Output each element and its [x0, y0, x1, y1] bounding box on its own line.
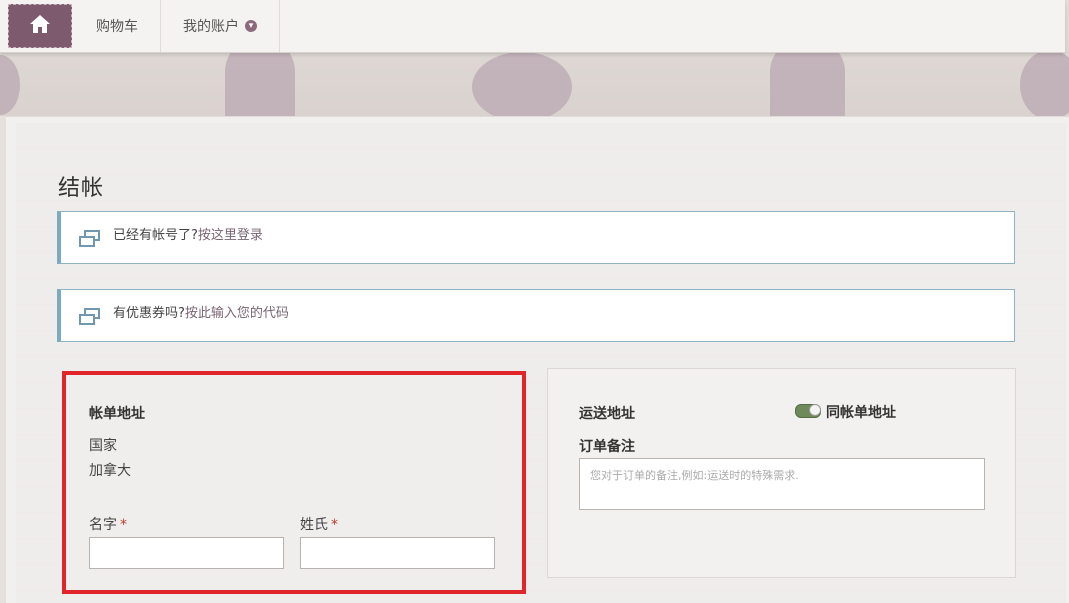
required-mark: * — [331, 517, 338, 533]
first-name-label-text: 名字 — [89, 517, 117, 533]
coupon-link[interactable]: 按此输入您的代码 — [185, 306, 289, 321]
same-as-billing-toggle[interactable] — [795, 404, 821, 418]
last-name-label: 姓氏 * — [300, 514, 338, 534]
window-icon — [79, 230, 101, 252]
window-icon — [79, 308, 101, 330]
notice-question: 已经有帐号了? — [113, 228, 198, 243]
page-title: 结帐 — [58, 176, 105, 201]
home-button[interactable] — [8, 4, 72, 48]
country-label: 国家 — [89, 438, 117, 454]
last-name-label-text: 姓氏 — [300, 517, 328, 533]
nav-item-cart[interactable]: 购物车 — [72, 0, 161, 52]
background-decoration — [1020, 50, 1069, 116]
login-link[interactable]: 按这里登录 — [198, 228, 263, 243]
shipping-title: 运送地址 — [579, 406, 635, 422]
first-name-label: 名字 * — [89, 514, 127, 534]
notice-text: 有优惠券吗?按此输入您的代码 — [113, 302, 289, 321]
nav-item-my-account[interactable]: 我的账户 ▾ — [161, 0, 280, 52]
nav-item-label: 我的账户 — [183, 19, 239, 35]
same-as-billing-label: 同帐单地址 — [826, 405, 896, 421]
last-name-input[interactable] — [300, 537, 495, 569]
home-icon — [29, 13, 51, 39]
chevron-down-icon: ▾ — [245, 20, 257, 32]
coupon-notice: 有优惠券吗?按此输入您的代码 — [57, 289, 1015, 342]
notice-question: 有优惠券吗? — [113, 306, 185, 321]
required-mark: * — [120, 517, 127, 533]
notice-text: 已经有帐号了?按这里登录 — [113, 224, 263, 243]
login-notice: 已经有帐号了?按这里登录 — [57, 211, 1015, 264]
order-notes-textarea[interactable]: 您对于订单的备注,例如:运送时的特殊需求. — [579, 458, 985, 510]
order-notes-label: 订单备注 — [579, 439, 635, 455]
nav-item-label: 购物车 — [96, 19, 138, 35]
background-decoration — [472, 52, 572, 116]
background-decoration — [0, 55, 20, 115]
billing-title: 帐单地址 — [89, 406, 145, 422]
country-value: 加拿大 — [89, 463, 131, 479]
top-navigation: 购物车 我的账户 ▾ — [0, 0, 1065, 53]
first-name-input[interactable] — [89, 537, 284, 569]
toggle-knob — [809, 404, 821, 416]
